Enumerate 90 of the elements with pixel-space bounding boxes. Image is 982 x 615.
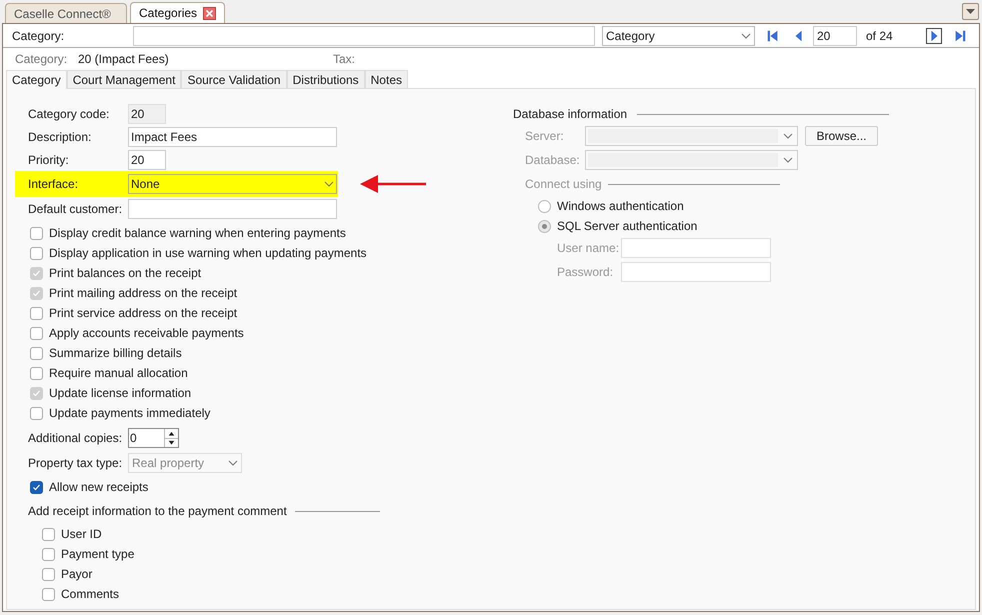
checkbox[interactable] — [42, 548, 55, 560]
tab[interactable]: Source Validation — [181, 70, 287, 88]
checkbox-label: Print balances on the receipt — [49, 265, 202, 282]
radio-label: SQL Server authentication — [557, 218, 698, 235]
chevron-down-icon — [783, 133, 793, 139]
checkbox-label: Payor — [61, 566, 92, 583]
radio-button[interactable] — [538, 200, 551, 212]
close-icon[interactable] — [203, 6, 216, 20]
number-spinner[interactable]: 0 — [128, 428, 179, 448]
checkmark-icon — [32, 268, 41, 278]
checkbox-label: Require manual allocation — [49, 365, 188, 382]
interface-select[interactable]: None — [128, 174, 337, 194]
text-field[interactable]: 20 — [128, 150, 166, 170]
checkbox-label: Apply accounts receivable payments — [49, 325, 244, 342]
server-label: Server: — [525, 128, 565, 145]
checkbox[interactable] — [42, 568, 55, 580]
checkbox-label: Print service address on the receipt — [49, 305, 238, 322]
info-label: Category: — [15, 51, 68, 68]
field-label: Interface: — [28, 176, 80, 193]
checkbox-label: Display credit balance warning when entering payments — [49, 225, 346, 242]
radio-button[interactable] — [538, 220, 551, 232]
section-title: Database information — [513, 106, 628, 123]
text-field[interactable]: 20 — [128, 104, 166, 124]
spin-down-icon[interactable] — [165, 438, 178, 447]
checkbox[interactable] — [30, 226, 43, 240]
user-name-label: User name: — [557, 240, 620, 257]
info-value: 20 (Impact Fees) — [78, 51, 170, 68]
checkbox-label: Payment type — [61, 546, 134, 563]
checkbox-label: Update payments immediately — [49, 405, 210, 422]
section-title: Connect using — [525, 176, 602, 193]
checkbox-label: User ID — [61, 526, 102, 543]
checkbox[interactable] — [42, 528, 55, 540]
chevron-down-icon — [783, 157, 793, 163]
user-name-field[interactable] — [621, 238, 771, 258]
checkbox-label: Print mailing address on the receipt — [49, 285, 238, 302]
dropdown-button[interactable] — [962, 3, 979, 20]
triangle-down-icon — [966, 9, 975, 14]
chevron-down-icon — [741, 32, 751, 38]
text-field[interactable] — [128, 198, 337, 218]
first-arrow-icon — [766, 28, 780, 42]
radio-label: Windows authentication — [557, 198, 684, 215]
document-tab[interactable]: Categories — [130, 2, 226, 23]
checkmark-icon — [32, 482, 41, 492]
checkbox[interactable] — [30, 346, 43, 360]
last-arrow-icon — [953, 28, 967, 42]
annotation-arrow — [360, 174, 426, 194]
checkbox-label: Display application in use warning when updating payments — [49, 245, 367, 262]
section-title: Add receipt information to the payment comment — [28, 503, 287, 520]
password-field[interactable] — [621, 262, 771, 282]
document-tab[interactable]: Caselle Connect® — [5, 3, 127, 23]
browse-button[interactable]: Browse... — [805, 126, 878, 146]
field-label: Property tax type: — [28, 455, 124, 472]
server-select[interactable] — [585, 126, 798, 146]
checkbox[interactable] — [30, 246, 43, 260]
tab[interactable]: Distributions — [286, 70, 365, 88]
chevron-down-icon — [324, 181, 334, 187]
checkbox-label: Comments — [61, 586, 120, 603]
field-label: Default customer: — [28, 200, 124, 218]
checkbox-label: Summarize billing details — [49, 345, 182, 362]
checkbox-label: Allow new receipts — [49, 479, 148, 496]
tab-label: Caselle Connect® — [14, 6, 111, 22]
tab[interactable]: Category — [6, 70, 67, 89]
next-record-button[interactable] — [926, 28, 942, 44]
chevron-down-icon — [228, 460, 238, 466]
database-select[interactable] — [585, 150, 798, 170]
field-label: Category code: — [28, 106, 110, 122]
record-number-field[interactable]: 20 — [813, 26, 857, 46]
search-field-select[interactable]: Category — [602, 26, 755, 46]
field-label: Priority: — [28, 152, 70, 168]
field-label: Description: — [28, 128, 92, 146]
text-field[interactable]: Impact Fees — [128, 126, 337, 146]
checkmark-icon — [32, 288, 41, 298]
checkbox[interactable] — [30, 326, 43, 340]
search-label: Category: — [12, 28, 66, 44]
field-label: Additional copies: — [28, 430, 124, 447]
record-count: of 24 — [866, 28, 894, 44]
checkmark-icon — [32, 388, 41, 398]
checkbox[interactable] — [30, 366, 43, 380]
tab-label: Categories — [139, 5, 198, 22]
database-label: Database: — [525, 152, 581, 169]
tab[interactable]: Notes — [364, 70, 408, 88]
checkbox-label: Update license information — [49, 385, 192, 402]
search-field[interactable] — [133, 26, 595, 46]
checkbox[interactable] — [42, 588, 55, 600]
checkbox[interactable] — [30, 306, 43, 320]
checkbox[interactable] — [30, 406, 43, 420]
tax-label: Tax: — [333, 51, 356, 68]
tab[interactable]: Court Management — [66, 70, 182, 88]
password-label: Password: — [557, 264, 614, 281]
checkbox[interactable] — [30, 480, 43, 494]
